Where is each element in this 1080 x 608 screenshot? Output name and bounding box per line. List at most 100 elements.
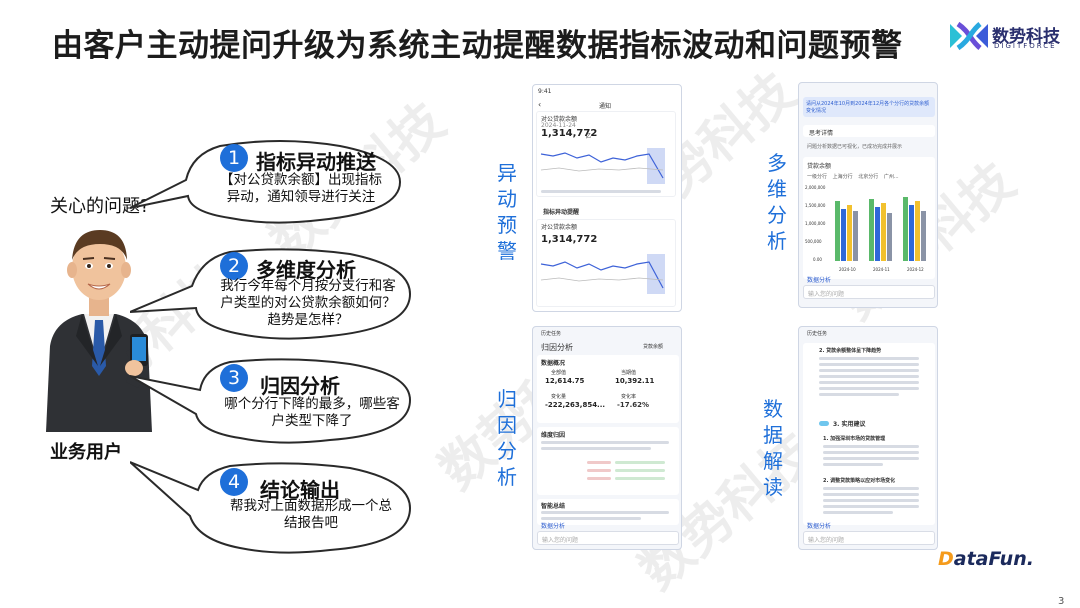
metric-name: 全部值 xyxy=(551,370,567,376)
datafun-logo: DataFun. xyxy=(938,548,1034,570)
report-subheading: 1. 加强深圳市场的贷款管理 xyxy=(823,436,886,442)
bar xyxy=(875,207,880,261)
bar xyxy=(903,197,908,261)
y-tick: 1,500,000 xyxy=(805,203,826,208)
bubble-desc: 我行今年每个月按分支行和客户类型的对公贷款余额如何？趋势是怎样？ xyxy=(220,278,396,328)
step-number-badge: 4 xyxy=(220,468,248,496)
metric-value: -222,263,854... xyxy=(545,401,606,409)
bar xyxy=(915,201,920,261)
label-multi-dimension: 多维分析 xyxy=(767,151,787,253)
bar xyxy=(853,211,858,261)
bubble-attribution: 3 归因分析 哪个分行下降的最多，哪些客户类型下降了 xyxy=(130,356,420,446)
screen-header: 归因分析 xyxy=(541,343,573,352)
screenshot-anomaly-notification: 9:41 ‹ 通知 对公贷款余额 2024-11-24 1,314,772 亿 … xyxy=(532,84,682,312)
trend-line-chart xyxy=(540,148,665,184)
page-title: 由客户主动提问升级为系统主动提醒数据指标波动和问题预警 xyxy=(52,28,903,64)
anomaly-card[interactable]: 对公贷款余额 1,314,772 xyxy=(536,219,676,307)
metric-name: 变化率 xyxy=(621,394,637,400)
y-tick: 1,000,000 xyxy=(805,221,826,226)
anomaly-card[interactable]: 对公贷款余额 2024-11-24 1,314,772 亿 xyxy=(536,111,676,197)
back-icon[interactable]: ‹ xyxy=(538,100,541,109)
section-label: 数据概况 xyxy=(541,360,566,367)
screenshot-multi-dimension: 请问从2024年10月到2024年12月各个分行的贷款余额变化情况 思考详情 问… xyxy=(798,82,938,308)
history-tab[interactable]: 历史任务 xyxy=(807,330,827,337)
screenshot-data-interpretation: 历史任务 2. 贷款余额整体呈下降趋势 3. 实用建议 1. 加强深圳市场的贷款… xyxy=(798,326,938,550)
screenshot-attribution: 历史任务 归因分析 贷款余额 数据概况 全部值 12,614.75 当期值 10… xyxy=(532,326,682,550)
question-input[interactable]: 输入您的问题 xyxy=(803,285,935,299)
question-input[interactable]: 输入您的问题 xyxy=(537,531,679,545)
bar xyxy=(869,199,874,261)
bar xyxy=(887,213,892,261)
banner-text: 请问从2024年10月到2024年12月各个分行的贷款余额变化情况 xyxy=(806,101,930,114)
legend-item: 一级分行 xyxy=(807,174,828,180)
section-label: 智能总结 xyxy=(541,503,566,510)
logo-sub: DIGITFORCE xyxy=(994,42,1057,50)
metric-name: 变化量 xyxy=(551,394,567,400)
screen-header: 通知 xyxy=(599,103,612,110)
chart-card: 贷款余额 一级分行 上海分行 北京分行 广州... 2,000,000 1,50… xyxy=(803,157,935,279)
question-banner: 请问从2024年10月到2024年12月各个分行的贷款余额变化情况 xyxy=(803,97,935,117)
input-label: 数据分析 xyxy=(807,523,832,530)
x-tick: 2024-10 xyxy=(839,267,856,272)
bubble-conclusion: 4 结论输出 帮我对上面数据形成一个总结报告吧 xyxy=(130,460,420,556)
report-subheading: 2. 调整贷款策略以应对市场变化 xyxy=(823,478,896,484)
trend-line-chart xyxy=(540,254,665,294)
section-label: 维度归因 xyxy=(541,432,566,439)
step-number-badge: 1 xyxy=(220,144,248,172)
bar xyxy=(841,209,846,261)
bar xyxy=(847,205,852,261)
report-card: 2. 贷款余额整体呈下降趋势 3. 实用建议 1. 加强深圳市场的贷款管理 2.… xyxy=(803,343,935,525)
dimension-attribution-card: 维度归因 xyxy=(537,427,679,495)
overview-card: 数据概况 全部值 12,614.75 当期值 10,392.11 变化量 -22… xyxy=(537,355,679,423)
metric-value: 12,614.75 xyxy=(545,377,585,385)
brand-logo: 数势科技 DIGITFORCE xyxy=(948,20,1068,54)
legend-item: 广州... xyxy=(883,174,899,180)
section-label: 指标异动提醒 xyxy=(543,209,580,216)
metric-name: 当期值 xyxy=(621,370,637,376)
bubble-desc: 哪个分行下降的最多，哪些客户类型下降了 xyxy=(224,396,400,429)
dropdown-label: 思考详情 xyxy=(809,130,834,137)
status-time: 9:41 xyxy=(538,88,552,95)
metric-value: 10,392.11 xyxy=(615,377,655,385)
y-tick: 500,000 xyxy=(805,239,822,244)
input-label: 数据分析 xyxy=(541,523,566,530)
bar xyxy=(921,211,926,261)
screen-subheader: 贷款余额 xyxy=(643,344,664,350)
metric-selector[interactable]: 贷款余额 xyxy=(807,161,831,170)
logo-mark-icon xyxy=(950,21,988,51)
input-placeholder: 输入您的问题 xyxy=(808,291,845,298)
x-tick: 2024-12 xyxy=(907,267,924,272)
bubble-title: 归因分析 xyxy=(260,374,340,398)
bubble-desc: 帮我对上面数据形成一个总结报告吧 xyxy=(230,498,392,531)
label-data-interpretation: 数据解读 xyxy=(763,397,783,499)
question-input[interactable]: 输入您的问题 xyxy=(803,531,935,545)
y-tick: 2,000,000 xyxy=(805,185,826,190)
label-attribution: 归因分析 xyxy=(497,387,517,489)
bar-chart xyxy=(833,187,931,261)
analysis-note: 问题分析数据已可视化，已成功完成并展示 xyxy=(807,144,903,150)
x-tick: 2024-11 xyxy=(873,267,890,272)
metric-name: 对公贷款余额 xyxy=(541,224,578,231)
bar xyxy=(835,201,840,261)
metric-unit: 亿 xyxy=(585,133,592,140)
metric-value: 1,314,772 xyxy=(541,234,598,245)
report-heading: 2. 贷款余额整体呈下降趋势 xyxy=(819,348,882,354)
user-type-label: 业务用户 xyxy=(50,442,122,463)
bubble-anomaly-push: 1 指标异动推送 【对公贷款余额】出现指标异动，通知领导进行关注 xyxy=(130,136,410,226)
label-anomaly-alert: 异动预警 xyxy=(497,161,517,263)
bubble-title: 指标异动推送 xyxy=(256,150,376,174)
y-tick: 0.00 xyxy=(813,257,822,262)
legend-item: 北京分行 xyxy=(858,174,879,180)
input-label: 数据分析 xyxy=(807,277,832,284)
input-placeholder: 输入您的问题 xyxy=(542,537,579,544)
report-heading: 3. 实用建议 xyxy=(833,421,866,428)
legend-item: 上海分行 xyxy=(832,174,853,180)
step-number-badge: 3 xyxy=(220,364,248,392)
input-placeholder: 输入您的问题 xyxy=(808,537,845,544)
history-tab[interactable]: 历史任务 xyxy=(541,330,561,337)
bar xyxy=(909,205,914,261)
thinking-dropdown[interactable]: 思考详情 xyxy=(803,125,935,137)
page-number: 3 xyxy=(1058,596,1065,607)
chart-legend: 一级分行 上海分行 北京分行 广州... xyxy=(807,173,899,180)
suggestion-icon xyxy=(819,421,829,426)
